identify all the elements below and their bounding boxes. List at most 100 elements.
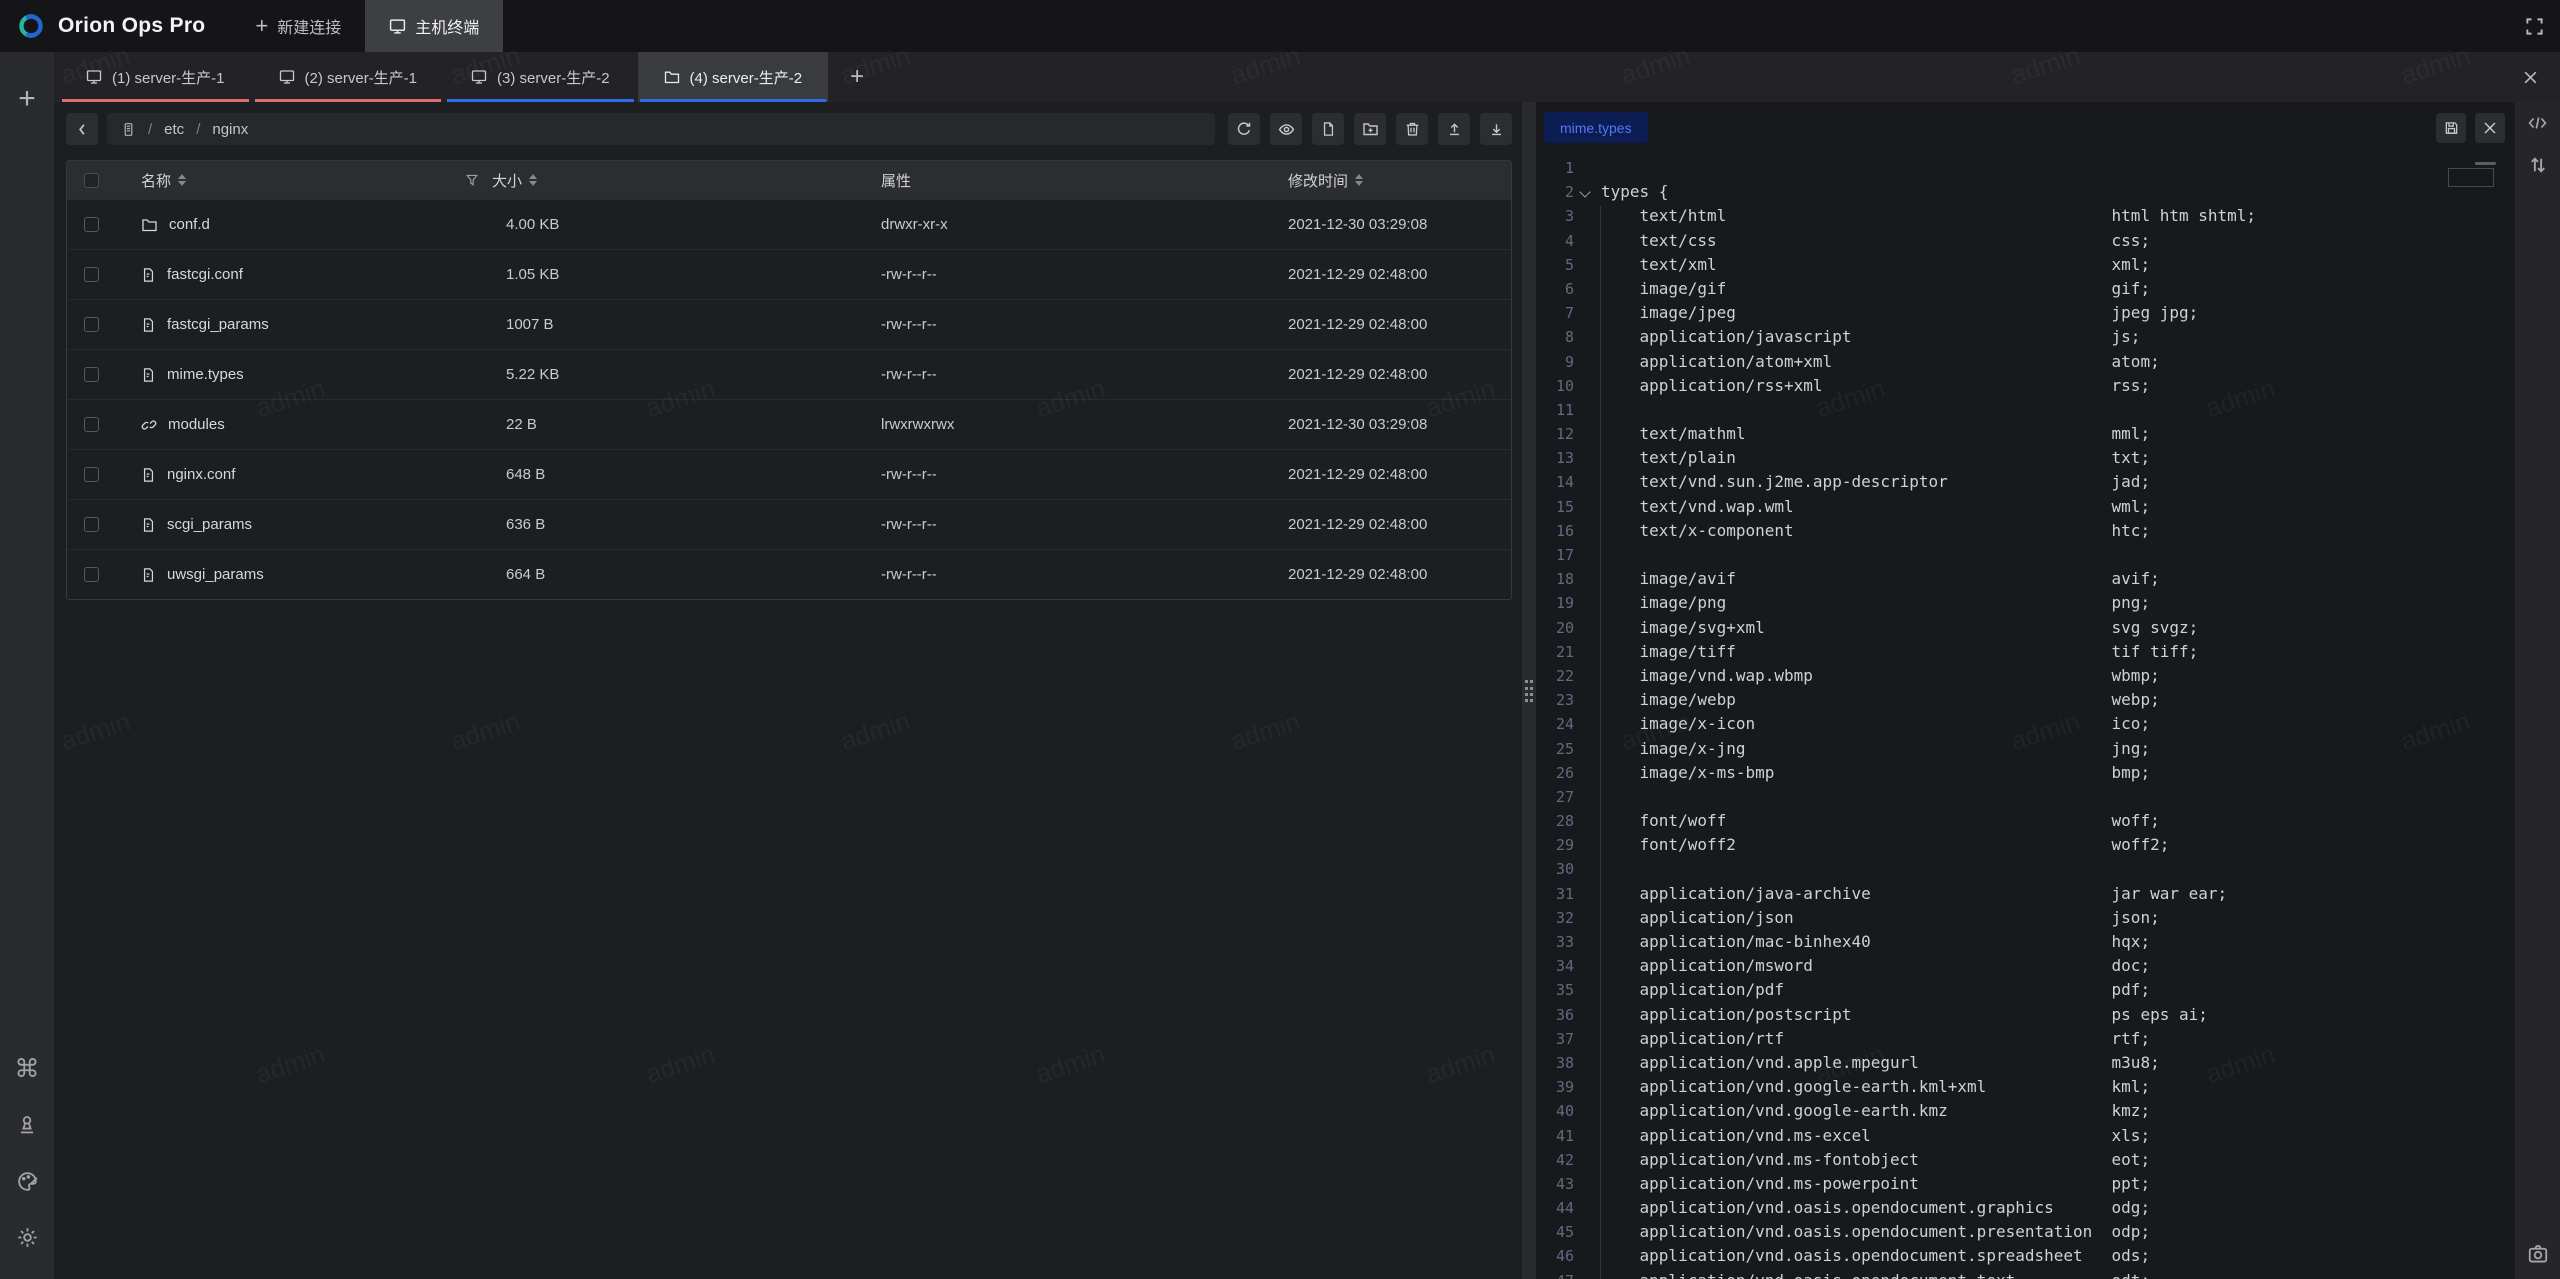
editor-line[interactable]: 41 application/vnd.ms-excel xls;: [1536, 1124, 2515, 1148]
refresh-button[interactable]: [1228, 113, 1260, 145]
breadcrumb-item[interactable]: etc: [164, 121, 184, 138]
file-row[interactable]: scgi_params 636 B -rw-r--r-- 2021-12-29 …: [67, 499, 1511, 549]
row-checkbox[interactable]: [84, 567, 99, 582]
file-row[interactable]: uwsgi_params 664 B -rw-r--r-- 2021-12-29…: [67, 549, 1511, 599]
editor-line[interactable]: 4 text/css css;: [1536, 229, 2515, 253]
fold-column[interactable]: [1578, 712, 1594, 736]
host-terminal-tab[interactable]: 主机终端: [365, 0, 503, 52]
fold-column[interactable]: [1578, 664, 1594, 688]
terminal-tab[interactable]: (2) server-生产-1: [253, 52, 444, 102]
editor-line[interactable]: 5 text/xml xml;: [1536, 253, 2515, 277]
editor-line[interactable]: 2 types {: [1536, 180, 2515, 204]
row-checkbox[interactable]: [84, 317, 99, 332]
editor-line[interactable]: 31 application/java-archive jar war ear;: [1536, 882, 2515, 906]
code-view-icon[interactable]: [2527, 114, 2548, 132]
editor-line[interactable]: 29 font/woff2 woff2;: [1536, 833, 2515, 857]
fold-column[interactable]: [1578, 398, 1594, 422]
editor-line[interactable]: 46 application/vnd.oasis.opendocument.sp…: [1536, 1244, 2515, 1268]
download-button[interactable]: [1480, 113, 1512, 145]
sort-size-control[interactable]: [529, 174, 537, 186]
show-hidden-eye-button[interactable]: [1270, 113, 1302, 145]
fold-column[interactable]: [1578, 1099, 1594, 1123]
editor-line[interactable]: 44 application/vnd.oasis.opendocument.gr…: [1536, 1196, 2515, 1220]
fold-column[interactable]: [1578, 350, 1594, 374]
sort-modified-control[interactable]: [1355, 174, 1363, 186]
fold-column[interactable]: [1578, 1220, 1594, 1244]
editor-line[interactable]: 21 image/tiff tif tiff;: [1536, 640, 2515, 664]
delete-trash-button[interactable]: [1396, 113, 1428, 145]
minimap-viewport[interactable]: [2448, 168, 2494, 187]
fold-column[interactable]: [1578, 180, 1594, 204]
terminal-tab[interactable]: (4) server-生产-2: [638, 52, 829, 102]
stamp-icon[interactable]: [0, 1097, 54, 1153]
fold-column[interactable]: [1578, 640, 1594, 664]
row-checkbox[interactable]: [84, 467, 99, 482]
editor-line[interactable]: 14 text/vnd.sun.j2me.app-descriptor jad;: [1536, 470, 2515, 494]
editor-line[interactable]: 42 application/vnd.ms-fontobject eot;: [1536, 1148, 2515, 1172]
fold-column[interactable]: [1578, 156, 1594, 180]
editor-line[interactable]: 17: [1536, 543, 2515, 567]
fold-column[interactable]: [1578, 1172, 1594, 1196]
editor-line[interactable]: 15 text/vnd.wap.wml wml;: [1536, 495, 2515, 519]
file-row[interactable]: mime.types 5.22 KB -rw-r--r-- 2021-12-29…: [67, 349, 1511, 399]
editor-line[interactable]: 1: [1536, 156, 2515, 180]
fold-column[interactable]: [1578, 882, 1594, 906]
fold-column[interactable]: [1578, 567, 1594, 591]
add-tab-button[interactable]: +: [830, 52, 884, 102]
fold-column[interactable]: [1578, 1003, 1594, 1027]
fold-column[interactable]: [1578, 325, 1594, 349]
editor-line[interactable]: 32 application/json json;: [1536, 906, 2515, 930]
row-checkbox[interactable]: [84, 417, 99, 432]
fold-column[interactable]: [1578, 1196, 1594, 1220]
fold-column[interactable]: [1578, 1075, 1594, 1099]
editor-line[interactable]: 16 text/x-component htc;: [1536, 519, 2515, 543]
breadcrumb-item[interactable]: nginx: [212, 121, 248, 138]
fold-column[interactable]: [1578, 519, 1594, 543]
editor-line[interactable]: 33 application/mac-binhex40 hqx;: [1536, 930, 2515, 954]
fold-column[interactable]: [1578, 954, 1594, 978]
editor-line[interactable]: 18 image/avif avif;: [1536, 567, 2515, 591]
fold-column[interactable]: [1578, 470, 1594, 494]
fold-column[interactable]: [1578, 204, 1594, 228]
fullscreen-icon[interactable]: [2508, 0, 2560, 52]
fold-column[interactable]: [1578, 978, 1594, 1002]
screenshot-camera-icon[interactable]: [2527, 1243, 2549, 1265]
fold-column[interactable]: [1578, 688, 1594, 712]
sort-updown-icon[interactable]: [2528, 154, 2548, 176]
file-row[interactable]: conf.d 4.00 KB drwxr-xr-x 2021-12-30 03:…: [67, 199, 1511, 249]
new-connection-button[interactable]: + 新建连接: [231, 0, 365, 52]
editor-file-tab[interactable]: mime.types: [1544, 112, 1648, 143]
editor-line[interactable]: 35 application/pdf pdf;: [1536, 978, 2515, 1002]
panel-splitter[interactable]: [1522, 102, 1536, 1279]
fold-column[interactable]: [1578, 1124, 1594, 1148]
editor-scrollbar-thumb[interactable]: [2475, 162, 2496, 165]
editor-line[interactable]: 36 application/postscript ps eps ai;: [1536, 1003, 2515, 1027]
command-shortcuts-icon[interactable]: ⌘: [0, 1041, 54, 1097]
editor-line[interactable]: 27: [1536, 785, 2515, 809]
row-checkbox[interactable]: [84, 217, 99, 232]
editor-line[interactable]: 24 image/x-icon ico;: [1536, 712, 2515, 736]
file-row[interactable]: fastcgi_params 1007 B -rw-r--r-- 2021-12…: [67, 299, 1511, 349]
fold-column[interactable]: [1578, 253, 1594, 277]
fold-column[interactable]: [1578, 495, 1594, 519]
editor-body[interactable]: 1 2 types {: [1536, 156, 2515, 1279]
fold-column[interactable]: [1578, 785, 1594, 809]
path-breadcrumb[interactable]: / etc / nginx: [107, 113, 1215, 145]
fold-column[interactable]: [1578, 809, 1594, 833]
editor-line[interactable]: 3 text/html html htm shtml;: [1536, 204, 2515, 228]
editor-line[interactable]: 11: [1536, 398, 2515, 422]
theme-palette-icon[interactable]: [0, 1153, 54, 1209]
row-checkbox[interactable]: [84, 267, 99, 282]
fold-column[interactable]: [1578, 1051, 1594, 1075]
fold-column[interactable]: [1578, 1244, 1594, 1268]
new-file-button[interactable]: [1312, 113, 1344, 145]
editor-line[interactable]: 39 application/vnd.google-earth.kml+xml …: [1536, 1075, 2515, 1099]
row-checkbox[interactable]: [84, 367, 99, 382]
editor-line[interactable]: 6 image/gif gif;: [1536, 277, 2515, 301]
row-checkbox[interactable]: [84, 517, 99, 532]
editor-line[interactable]: 22 image/vnd.wap.wbmp wbmp;: [1536, 664, 2515, 688]
fold-column[interactable]: [1578, 374, 1594, 398]
editor-line[interactable]: 26 image/x-ms-bmp bmp;: [1536, 761, 2515, 785]
fold-column[interactable]: [1578, 422, 1594, 446]
editor-line[interactable]: 8 application/javascript js;: [1536, 325, 2515, 349]
